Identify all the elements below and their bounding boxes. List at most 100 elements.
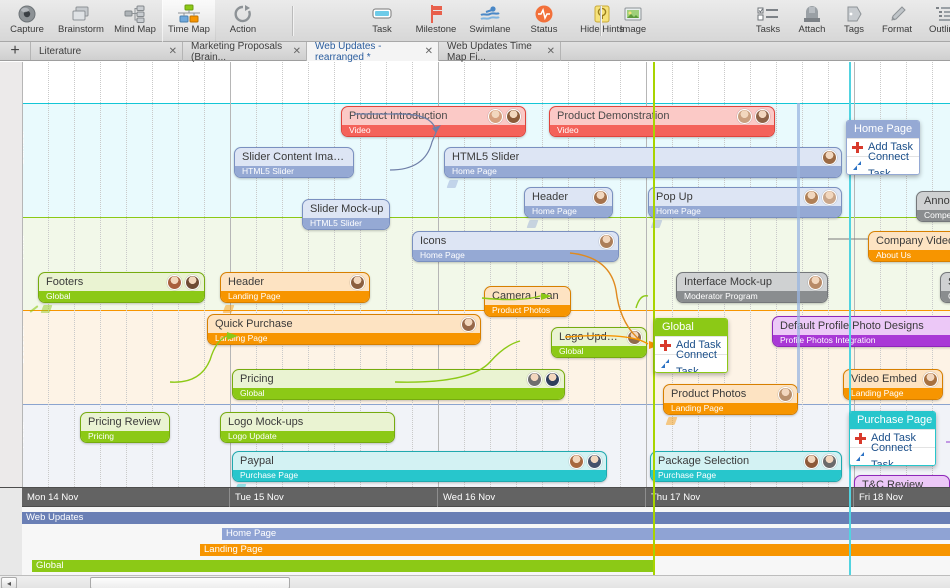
toolbar-button-status[interactable]: Status [517, 0, 571, 42]
toolbar-button-capture[interactable]: Capture [0, 0, 54, 42]
toolbar-label-image: Image [619, 24, 647, 35]
toolbar-label-mind-map: Mind Map [114, 24, 156, 35]
date-header-cell: Thu 17 Nov [646, 488, 854, 507]
plus-icon [659, 339, 672, 352]
date-header-cell: Tue 15 Nov [230, 488, 438, 507]
toolbar-label-format: Format [881, 24, 913, 35]
capture-icon [17, 3, 37, 24]
toolbar-button-brainstorm[interactable]: Brainstorm [54, 0, 108, 42]
timeline-date-bar: Mon 14 Nov Tue 15 Nov Wed 16 Nov Thu 17 Nov… [0, 487, 950, 507]
toolbar-button-time-map[interactable]: Time Map [162, 0, 216, 42]
plus-icon [854, 432, 867, 445]
close-icon[interactable]: ✕ [293, 46, 301, 57]
toolbar-group-panels: Tasks Attach Tags Format Outline [746, 0, 950, 42]
swimlane-gutter [0, 62, 22, 487]
add-connect-popup[interactable]: Home Page Add Task Connect Task [846, 120, 920, 175]
brainstorm-icon [70, 3, 92, 24]
action-icon [233, 3, 253, 24]
toolbar-label-task: Task [372, 24, 392, 35]
popup-item-label: Connect Task [676, 348, 717, 373]
toolbar-label-attach: Attach [798, 24, 826, 35]
toolbar-group-media: Image [606, 0, 660, 42]
status-icon [534, 3, 554, 24]
toolbar-label-tags: Tags [843, 24, 865, 35]
toolbar-label-milestone: Milestone [415, 24, 457, 35]
toolbar-button-milestone[interactable]: Milestone [409, 0, 463, 42]
scroll-thumb[interactable] [90, 577, 290, 588]
connect-arrow-icon [851, 159, 864, 172]
summary-bar[interactable]: Home Page [222, 528, 950, 540]
toolbar-label-swimlane: Swimlane [469, 24, 511, 35]
summary-bar[interactable]: Web Updates [22, 512, 950, 524]
toolbar-label-time-map: Time Map [168, 24, 210, 35]
project-summary-bars: Web UpdatesHome PageLanding PageGlobalPu… [0, 507, 950, 588]
popup-connect-task-button[interactable]: Connect Task [847, 151, 919, 174]
toolbar-divider-2 [600, 6, 601, 36]
tab-label: Web Updates Time Map Fi... [447, 40, 532, 63]
attach-icon [802, 3, 822, 24]
add-connect-popup[interactable]: Global Add Task Connect Task [654, 318, 728, 373]
toolbar-button-outline[interactable]: Outline [920, 0, 950, 42]
summary-bar[interactable]: Global [32, 560, 655, 572]
tab-label: Marketing Proposals (Brain... [191, 40, 283, 63]
tab-label: Literature [39, 46, 82, 57]
milestone-flag-icon [426, 3, 446, 24]
toolbar-label-status: Status [530, 24, 558, 35]
date-bar-gutter [0, 488, 22, 507]
tasks-list-icon [757, 3, 779, 24]
date-header-cell: Wed 16 Nov [438, 488, 646, 507]
timemap-canvas[interactable]: Samuel Anna Deborah Arthur Product Intro… [0, 62, 950, 588]
popup-title: Global [655, 319, 727, 336]
connect-arrow-icon [854, 450, 867, 463]
toolbar-button-image[interactable]: Image [606, 0, 660, 42]
close-icon[interactable]: ✕ [425, 46, 433, 57]
toolbar-button-tasks[interactable]: Tasks [746, 0, 790, 42]
tab-literature[interactable]: Literature ✕ [31, 42, 183, 61]
date-header-cell: Mon 14 Nov [22, 488, 230, 507]
toolbar-button-attach[interactable]: Attach [790, 0, 834, 42]
popup-item-label: Connect Task [871, 441, 912, 466]
toolbar-label-tasks: Tasks [755, 24, 781, 35]
tab-marketing-proposals[interactable]: Marketing Proposals (Brain... ✕ [183, 40, 307, 63]
add-connect-popup[interactable]: Purchase Page Add Task Connect Task [849, 411, 936, 466]
date-header-cell: Fri 18 Nov [854, 488, 950, 507]
popup-title: Home Page [847, 121, 919, 138]
timemap-icon [178, 3, 200, 24]
toolbar-label-outline: Outline [928, 24, 950, 35]
popup-item-label: Connect Task [868, 150, 909, 175]
tab-bar-filler [561, 42, 950, 60]
task-icon [371, 3, 393, 24]
connect-arrow-icon [659, 357, 672, 370]
toolbar-button-swimlane[interactable]: Swimlane [463, 0, 517, 42]
tab-web-updates-time-map[interactable]: Web Updates Time Map Fi... ✕ [439, 40, 561, 63]
popup-connect-task-button[interactable]: Connect Task [850, 442, 935, 465]
toolbar-divider-1 [292, 6, 293, 36]
summary-gutter [0, 507, 22, 575]
toolbar-button-tags[interactable]: Tags [834, 0, 874, 42]
toolbar-group-elements: Task Milestone Swimlane Status Hide Hint… [355, 0, 633, 42]
popup-title: Purchase Page [850, 412, 935, 429]
toolbar-button-action[interactable]: Action [216, 0, 270, 42]
marker-line-blue [797, 103, 800, 393]
swimlane-icon [478, 3, 502, 24]
scroll-left-icon[interactable]: ◂ [1, 577, 17, 588]
format-brush-icon [887, 3, 907, 24]
toolbar-label-capture: Capture [10, 24, 44, 35]
toolbar-button-format[interactable]: Format [874, 0, 920, 42]
tab-web-updates-rearranged[interactable]: Web Updates - rearranged * ✕ [307, 40, 439, 63]
close-icon[interactable]: ✕ [547, 46, 555, 57]
toolbar-button-mind-map[interactable]: Mind Map [108, 0, 162, 42]
toolbar-group-create: Capture Brainstorm Mind Map Time Map Act… [0, 0, 270, 42]
new-tab-button[interactable]: + [0, 42, 31, 60]
outline-icon [934, 3, 950, 24]
tab-label: Web Updates - rearranged * [315, 40, 382, 63]
horizontal-scrollbar[interactable]: ◂ [0, 575, 950, 588]
close-icon[interactable]: ✕ [169, 46, 177, 57]
toolbar-label-action: Action [229, 24, 257, 35]
summary-bar[interactable]: Landing Page [200, 544, 950, 556]
main-toolbar: Capture Brainstorm Mind Map Time Map Act… [0, 0, 950, 42]
mindmap-icon [124, 3, 146, 24]
toolbar-button-task[interactable]: Task [355, 0, 409, 42]
popup-connect-task-button[interactable]: Connect Task [655, 349, 727, 372]
tags-icon [845, 3, 863, 24]
